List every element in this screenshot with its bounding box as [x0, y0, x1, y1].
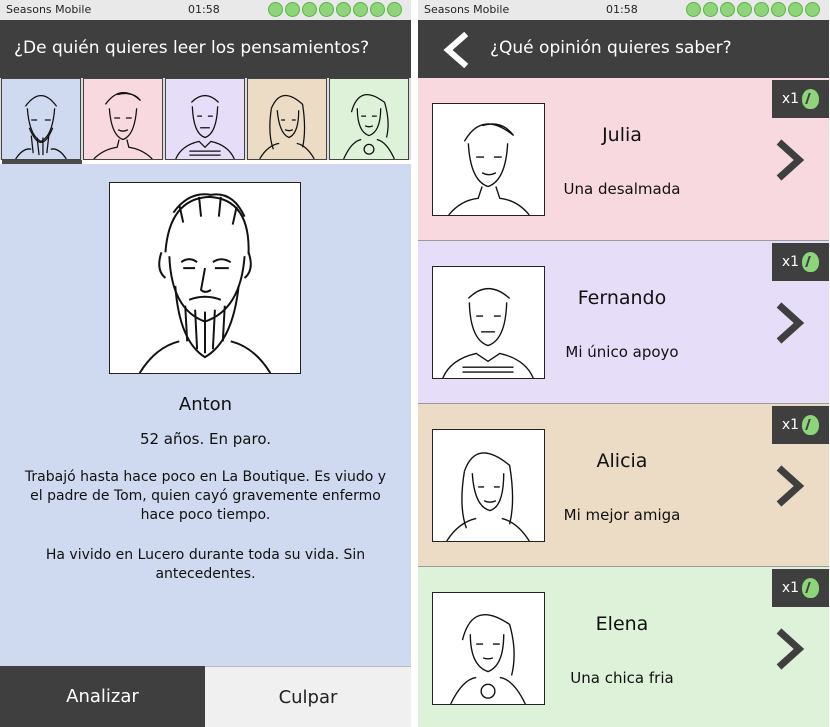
action-bar: Analizar Culpar	[0, 666, 411, 727]
opinion-list: Julia Una desalmada x1 Fernando Mi único…	[418, 78, 829, 727]
cost-badge: x1	[772, 406, 829, 444]
character-bio: Trabajó hasta hace poco en La Boutique. …	[24, 469, 387, 523]
analyze-button[interactable]: Analizar	[0, 666, 205, 727]
battery-icon	[788, 2, 803, 17]
character-name: Alicia	[596, 450, 648, 472]
cost-label: x1	[781, 417, 800, 433]
opinion-card-fernando[interactable]: Fernando Mi único apoyo x1	[418, 241, 829, 404]
character-portrait	[109, 182, 301, 374]
battery-icon	[720, 2, 735, 17]
page-title: ¿De quién quieres leer los pensamientos?	[14, 38, 370, 58]
status-bar: Seasons Mobile 01:58	[0, 0, 411, 20]
battery-icon	[737, 2, 752, 17]
battery-icon	[336, 2, 351, 17]
character-thumb-alicia[interactable]	[247, 78, 327, 160]
chevron-right-icon[interactable]	[773, 138, 807, 182]
character-portrait	[432, 103, 545, 216]
battery-icons	[268, 2, 402, 17]
portrait-sketch-icon	[448, 123, 530, 215]
character-name: Julia	[602, 124, 642, 146]
cost-label: x1	[781, 580, 800, 596]
opinion-card-alicia[interactable]: Alicia Mi mejor amiga x1	[418, 404, 829, 567]
carrier-label: Seasons Mobile	[6, 3, 92, 16]
portrait-sketch-icon	[446, 452, 530, 541]
character-opinion: Una chica fria	[570, 669, 674, 687]
energy-bulb-icon	[802, 252, 820, 272]
character-opinion: Mi mejor amiga	[563, 506, 681, 524]
energy-bulb-icon	[802, 578, 820, 598]
opinion-card-julia[interactable]: Julia Una desalmada x1	[418, 78, 829, 241]
battery-icon	[319, 2, 334, 17]
character-detail-panel: Anton 52 años. En paro. Trabajó hasta ha…	[0, 164, 411, 666]
battery-icon	[302, 2, 317, 17]
character-thumb-julia[interactable]	[83, 78, 163, 160]
portrait-sketch-icon	[138, 193, 272, 373]
header: ¿De quién quieres leer los pensamientos?	[0, 20, 411, 78]
portrait-sketch-icon	[442, 287, 534, 378]
opinions-screen: Seasons Mobile 01:58 ¿Qué opinión quiere…	[418, 0, 829, 727]
battery-icon	[370, 2, 385, 17]
chevron-right-icon[interactable]	[773, 464, 807, 508]
chevron-right-icon[interactable]	[773, 301, 807, 345]
battery-icon	[268, 2, 283, 17]
cost-badge: x1	[772, 80, 829, 118]
battery-icon	[703, 2, 718, 17]
header: ¿Qué opinión quieres saber?	[418, 20, 829, 78]
portrait-sketch-icon	[15, 94, 67, 159]
character-name: Elena	[595, 613, 649, 635]
battery-icon	[771, 2, 786, 17]
battery-icon	[285, 2, 300, 17]
character-opinion: Una desalmada	[563, 180, 681, 198]
battery-icon	[754, 2, 769, 17]
cost-badge: x1	[772, 569, 829, 607]
battery-icon	[686, 2, 701, 17]
battery-icons	[686, 2, 820, 17]
character-thumb-elena[interactable]	[329, 78, 409, 160]
thoughts-screen: Seasons Mobile 01:58 ¿De quién quieres l…	[0, 0, 411, 727]
chevron-right-icon[interactable]	[773, 627, 807, 671]
page-title: ¿Qué opinión quieres saber?	[490, 38, 732, 58]
battery-icon	[805, 2, 820, 17]
character-thumb-anton[interactable]	[1, 78, 81, 160]
character-portrait	[432, 592, 545, 705]
portrait-sketch-icon	[175, 94, 235, 159]
character-name: Anton	[178, 394, 233, 415]
character-portrait	[432, 429, 545, 542]
energy-bulb-icon	[802, 415, 820, 435]
cost-badge: x1	[772, 243, 829, 281]
battery-icon	[387, 2, 402, 17]
portrait-sketch-icon	[343, 94, 395, 159]
character-background: Ha vivido en Lucero durante toda su vida…	[45, 547, 366, 582]
energy-bulb-icon	[802, 89, 820, 109]
character-name: Fernando	[577, 287, 667, 309]
cost-label: x1	[781, 91, 800, 107]
back-arrow-icon[interactable]	[440, 32, 472, 68]
character-thumb-fernando[interactable]	[165, 78, 245, 160]
portrait-sketch-icon	[450, 614, 526, 704]
carrier-label: Seasons Mobile	[424, 3, 510, 16]
portrait-sketch-icon	[259, 94, 315, 159]
cost-label: x1	[781, 254, 800, 270]
character-age-status: 52 años. En paro.	[139, 430, 272, 448]
character-portrait	[432, 266, 545, 379]
character-opinion: Mi único apoyo	[565, 343, 679, 361]
blame-button[interactable]: Culpar	[205, 666, 411, 727]
status-bar: Seasons Mobile 01:58	[418, 0, 829, 20]
portrait-sketch-icon	[93, 92, 153, 159]
clock-label: 01:58	[188, 3, 220, 16]
battery-icon	[353, 2, 368, 17]
clock-label: 01:58	[606, 3, 638, 16]
opinion-card-elena[interactable]: Elena Una chica fria x1	[418, 567, 829, 727]
character-thumbnails	[0, 78, 411, 160]
